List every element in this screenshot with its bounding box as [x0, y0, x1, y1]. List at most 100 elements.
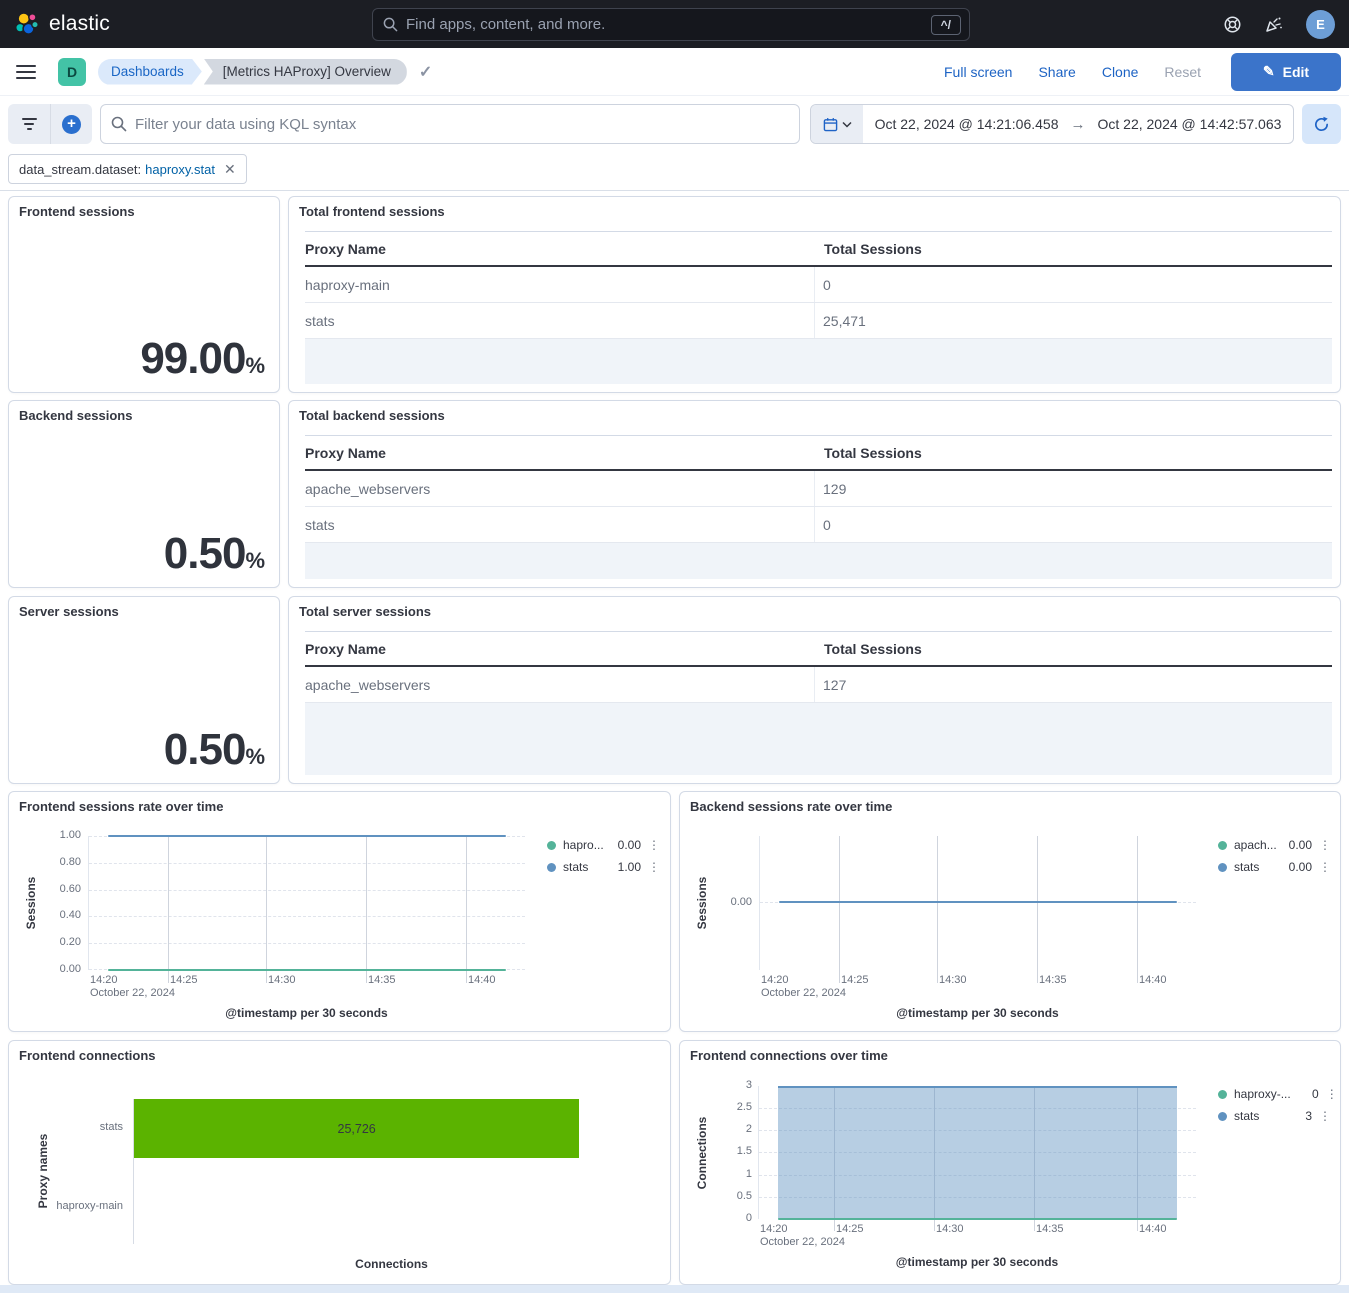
x-tick: 14:25: [836, 1223, 864, 1235]
y-tick: 2: [708, 1123, 752, 1135]
y-tick: 0.60: [37, 883, 81, 895]
checkmark-icon[interactable]: ✓: [419, 62, 432, 82]
x-axis-date-label: October 22, 2024: [761, 987, 846, 999]
elastic-logo-icon: [14, 11, 40, 37]
y-tick: 0.5: [708, 1190, 752, 1202]
table-header: Proxy Name Total Sessions: [305, 631, 1332, 667]
reset-button[interactable]: Reset: [1164, 64, 1201, 80]
panel-total-backend-sessions: Total backend sessions Proxy Name Total …: [288, 400, 1341, 588]
metric-value: 0.50%: [164, 725, 265, 775]
share-button[interactable]: Share: [1038, 64, 1075, 80]
legend-item-actions-icon[interactable]: ⋮: [1319, 838, 1330, 852]
kql-input[interactable]: [135, 116, 789, 133]
legend-item-actions-icon[interactable]: ⋮: [1319, 860, 1330, 874]
x-tick: 14:20: [90, 974, 118, 986]
date-from[interactable]: Oct 22, 2024 @ 14:21:06.458: [875, 116, 1059, 132]
chart-title: Backend sessions rate over time: [690, 799, 892, 814]
chevron-down-icon: [842, 121, 852, 128]
party-popper-icon: [1264, 14, 1284, 34]
breadcrumb-current: [Metrics HAProxy] Overview: [204, 59, 407, 85]
filter-menu-button[interactable]: [8, 104, 50, 144]
table-row: apache_webservers 129: [305, 471, 1332, 507]
x-tick: 14:40: [1139, 974, 1167, 986]
legend-item-actions-icon[interactable]: ⋮: [648, 838, 659, 852]
x-tick: 14:30: [936, 1223, 964, 1235]
add-filter-button[interactable]: +: [50, 104, 92, 144]
y-tick: 0: [708, 1212, 752, 1224]
global-search[interactable]: ^/: [372, 8, 970, 41]
menu-toggle-button[interactable]: [16, 65, 36, 79]
chart-title: Frontend connections over time: [690, 1048, 888, 1063]
x-tick: 14:30: [268, 974, 296, 986]
date-to[interactable]: Oct 22, 2024 @ 14:42:57.063: [1098, 116, 1282, 132]
legend-item-actions-icon[interactable]: ⋮: [648, 860, 659, 874]
bar-stats: 25,726: [134, 1099, 579, 1158]
legend-item[interactable]: stats 0.00 ⋮: [1218, 858, 1330, 876]
global-search-input[interactable]: [406, 16, 931, 33]
elastic-logo[interactable]: elastic: [14, 11, 110, 37]
legend-item[interactable]: stats 1.00 ⋮: [547, 858, 659, 876]
panel-title: Total server sessions: [299, 604, 431, 619]
metric-value: 0.50%: [164, 529, 265, 579]
bottom-strip: [0, 1285, 1349, 1293]
help-button[interactable]: [1223, 15, 1242, 34]
kql-search-bar[interactable]: [100, 104, 800, 144]
app-toolbar: D Dashboards [Metrics HAProxy] Overview …: [0, 48, 1349, 96]
filter-controls: +: [8, 104, 92, 144]
column-header-total-sessions: Total Sessions: [816, 445, 1332, 461]
table-footer: [305, 703, 1332, 775]
area-series-stats: [778, 1086, 1177, 1219]
edit-button[interactable]: ✎ Edit: [1231, 53, 1341, 91]
arrow-right-icon: →: [1071, 116, 1086, 133]
news-button[interactable]: [1264, 14, 1284, 34]
x-axis-label: @timestamp per 30 seconds: [758, 1255, 1196, 1269]
full-screen-button[interactable]: Full screen: [944, 64, 1012, 80]
legend-item[interactable]: hapro... 0.00 ⋮: [547, 836, 659, 854]
category-label-stats: stats: [9, 1121, 123, 1133]
data-table: Proxy Name Total Sessions apache_webserv…: [305, 631, 1332, 775]
x-axis-date-label: October 22, 2024: [90, 987, 175, 999]
panel-title: Frontend sessions: [19, 204, 135, 219]
y-tick: 1.00: [37, 829, 81, 841]
breadcrumb-dashboards[interactable]: Dashboards: [98, 59, 202, 85]
plot-area: [759, 836, 1196, 970]
filter-pill-field: data_stream.dataset:: [19, 162, 141, 177]
panel-total-server-sessions: Total server sessions Proxy Name Total S…: [288, 596, 1341, 784]
panel-title: Total backend sessions: [299, 408, 445, 423]
refresh-icon: [1313, 116, 1330, 133]
legend-item[interactable]: haproxy-... 0 ⋮: [1218, 1085, 1330, 1103]
x-axis-date-label: October 22, 2024: [760, 1236, 845, 1248]
date-picker-calendar-button[interactable]: [811, 105, 863, 143]
dashboards-app-badge[interactable]: D: [58, 58, 86, 86]
dashboard-actions: Full screen Share Clone Reset ✎ Edit: [944, 53, 1341, 91]
y-tick: 0.00: [708, 896, 752, 908]
filter-icon: [22, 118, 37, 130]
x-axis-label: @timestamp per 30 seconds: [759, 1006, 1196, 1020]
x-tick: 14:40: [1139, 1223, 1167, 1235]
refresh-button[interactable]: [1302, 104, 1341, 144]
legend-color-dot: [1218, 841, 1227, 850]
category-label-haproxy-main: haproxy-main: [9, 1200, 123, 1212]
column-header-proxy-name: Proxy Name: [305, 232, 816, 265]
x-tick: 14:20: [760, 1223, 788, 1235]
series-line-haproxy-main: [778, 1218, 1177, 1220]
panel-server-sessions-metric: Server sessions 0.50%: [8, 596, 280, 784]
legend-item-actions-icon[interactable]: ⋮: [1326, 1087, 1337, 1101]
filter-bar: + Oct 22, 2024 @ 14:2: [0, 96, 1349, 191]
column-header-total-sessions: Total Sessions: [816, 641, 1332, 657]
y-tick: 0.80: [37, 856, 81, 868]
data-table: Proxy Name Total Sessions haproxy-main 0…: [305, 231, 1332, 384]
legend-item[interactable]: stats 3 ⋮: [1218, 1107, 1330, 1125]
series-line-stats: [779, 901, 1177, 903]
search-icon: [111, 116, 127, 132]
table-footer: [305, 339, 1332, 384]
legend-item[interactable]: apach... 0.00 ⋮: [1218, 836, 1330, 854]
y-tick: 2.5: [708, 1101, 752, 1113]
filter-pill[interactable]: data_stream.dataset: haproxy.stat ✕: [8, 154, 247, 184]
close-icon[interactable]: ✕: [224, 161, 236, 178]
legend-item-actions-icon[interactable]: ⋮: [1319, 1109, 1330, 1123]
legend-color-dot: [1218, 863, 1227, 872]
clone-button[interactable]: Clone: [1102, 64, 1139, 80]
user-avatar[interactable]: E: [1306, 10, 1335, 39]
y-tick: 1: [708, 1168, 752, 1180]
